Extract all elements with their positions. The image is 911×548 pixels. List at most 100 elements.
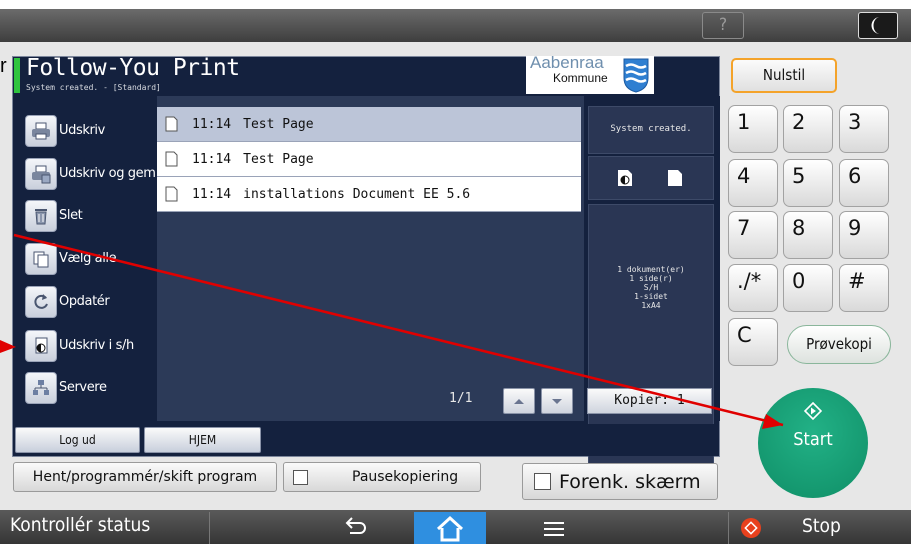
divider xyxy=(728,512,729,544)
scroll-down-button[interactable] xyxy=(541,388,573,414)
document-icon xyxy=(165,151,178,167)
app-status-text: System created. - [Standard] xyxy=(26,83,161,92)
key-clear[interactable]: C xyxy=(728,318,778,366)
sidebar-item-label: Udskriv og gem xyxy=(59,166,156,181)
select-all-icon xyxy=(25,243,57,275)
cropped-text-fragment: r xyxy=(0,56,7,76)
printer-icon xyxy=(25,115,57,147)
key-1[interactable]: 1 xyxy=(728,105,778,153)
energy-saver-button[interactable] xyxy=(858,12,898,39)
menu-button[interactable] xyxy=(543,520,565,542)
job-time: 11:14 xyxy=(192,186,232,202)
pause-checkbox xyxy=(293,469,308,485)
copies-button[interactable]: Kopier: 1 xyxy=(587,388,712,414)
status-indicator xyxy=(14,58,20,93)
key-5[interactable]: 5 xyxy=(783,159,833,207)
sidebar-item-label: Slet xyxy=(59,208,83,223)
stop-label: Stop xyxy=(802,515,841,537)
detail-panel: System created. 1 dokument(er) 1 side(r)… xyxy=(586,96,720,484)
job-time: 11:14 xyxy=(192,116,232,132)
start-diamond-icon xyxy=(803,401,823,421)
program-button[interactable]: Hent/programmér/skift program xyxy=(13,462,277,492)
moon-icon xyxy=(871,17,880,34)
key-8[interactable]: 8 xyxy=(783,211,833,259)
sidebar: Udskriv Udskriv og gem Slet Vælg alle Op… xyxy=(13,96,156,421)
start-label: Start xyxy=(793,429,833,450)
simplified-screen-checkbox xyxy=(534,473,551,490)
sidebar-item-select-all[interactable]: Vælg alle xyxy=(25,242,164,276)
document-icon xyxy=(165,186,178,202)
job-row[interactable]: 11:14 Test Page xyxy=(157,142,581,177)
detail-info-line: 1xA4 xyxy=(641,301,661,310)
job-name: Test Page xyxy=(243,116,314,132)
detail-mode-box xyxy=(588,156,714,200)
trash-icon xyxy=(25,200,57,232)
detail-status: System created. xyxy=(610,124,692,134)
coat-of-arms-icon xyxy=(623,58,649,93)
refresh-icon xyxy=(25,286,57,318)
brand-name: Aabenraa xyxy=(530,53,604,72)
detail-info-line: 1-sidet xyxy=(634,292,668,301)
key-hash[interactable]: # xyxy=(839,264,889,312)
key-6[interactable]: 6 xyxy=(839,159,889,207)
document-icon xyxy=(165,116,178,132)
job-row[interactable]: 11:14 installations Document EE 5.6 xyxy=(157,177,581,212)
key-7[interactable]: 7 xyxy=(728,211,778,259)
key-0[interactable]: 0 xyxy=(783,264,833,312)
key-2[interactable]: 2 xyxy=(783,105,833,153)
detail-info-line: 1 side(r) xyxy=(629,274,673,283)
job-time: 11:14 xyxy=(192,151,232,167)
help-button[interactable]: ? xyxy=(702,12,744,39)
page-icon xyxy=(668,170,682,186)
sample-copy-button[interactable]: Prøvekopi xyxy=(787,325,891,364)
key-dot-star[interactable]: ./* xyxy=(728,264,778,312)
home-icon xyxy=(436,515,464,542)
print-save-icon xyxy=(25,158,57,190)
top-bar xyxy=(0,9,911,42)
back-arrow-icon xyxy=(345,517,366,534)
pause-copy-button[interactable]: Pausekopiering xyxy=(283,462,481,492)
start-button[interactable]: Start xyxy=(758,388,868,498)
simplified-screen-label: Forenk. skærm xyxy=(559,470,701,493)
key-4[interactable]: 4 xyxy=(728,159,778,207)
print-bw-icon xyxy=(25,330,57,362)
detail-status-box: System created. xyxy=(588,106,714,154)
sidebar-item-print[interactable]: Udskriv xyxy=(25,114,164,148)
reset-button[interactable]: Nulstil xyxy=(731,58,837,93)
sidebar-item-delete[interactable]: Slet xyxy=(25,199,164,233)
back-button[interactable] xyxy=(340,515,370,543)
sidebar-item-print-bw[interactable]: Udskriv i s/h xyxy=(25,329,164,363)
detail-info-line: S/H xyxy=(643,283,659,292)
job-row[interactable]: 11:14 Test Page xyxy=(157,107,581,142)
sidebar-item-label: Opdatér xyxy=(59,294,110,309)
stop-button[interactable]: Stop xyxy=(730,512,911,544)
logout-button[interactable]: Log ud xyxy=(15,427,140,453)
sidebar-item-servers[interactable]: Servere xyxy=(25,371,164,405)
detail-info-line: 1 dokument(er) xyxy=(617,265,685,274)
key-3[interactable]: 3 xyxy=(839,105,889,153)
servers-icon xyxy=(25,372,57,404)
sidebar-item-label: Udskriv i s/h xyxy=(59,338,134,353)
triangle-down-icon xyxy=(552,399,562,404)
home-button[interactable]: HJEM xyxy=(144,427,261,453)
sidebar-item-label: Vælg alle xyxy=(59,251,117,266)
simplified-screen-button[interactable]: Forenk. skærm xyxy=(522,463,718,500)
sidebar-item-print-and-save[interactable]: Udskriv og gem xyxy=(25,157,164,191)
hamburger-icon xyxy=(544,522,564,536)
job-name: installations Document EE 5.6 xyxy=(243,186,471,202)
program-button-label: Hent/programmér/skift program xyxy=(32,469,258,485)
stop-icon xyxy=(741,518,761,538)
triangle-up-icon xyxy=(514,399,524,404)
brand-subtitle: Kommune xyxy=(553,71,608,85)
job-name: Test Page xyxy=(243,151,314,167)
sidebar-item-label: Servere xyxy=(59,380,107,395)
key-9[interactable]: 9 xyxy=(839,211,889,259)
home-nav-button[interactable] xyxy=(414,512,486,544)
pause-copy-label: Pausekopiering xyxy=(352,469,459,485)
app-title: Follow-You Print xyxy=(26,55,240,81)
sidebar-item-refresh[interactable]: Opdatér xyxy=(25,285,164,319)
scroll-up-button[interactable] xyxy=(503,388,535,414)
check-status-button[interactable]: Kontrollér status xyxy=(10,514,150,536)
divider xyxy=(209,512,210,544)
sidebar-item-label: Udskriv xyxy=(59,123,105,138)
